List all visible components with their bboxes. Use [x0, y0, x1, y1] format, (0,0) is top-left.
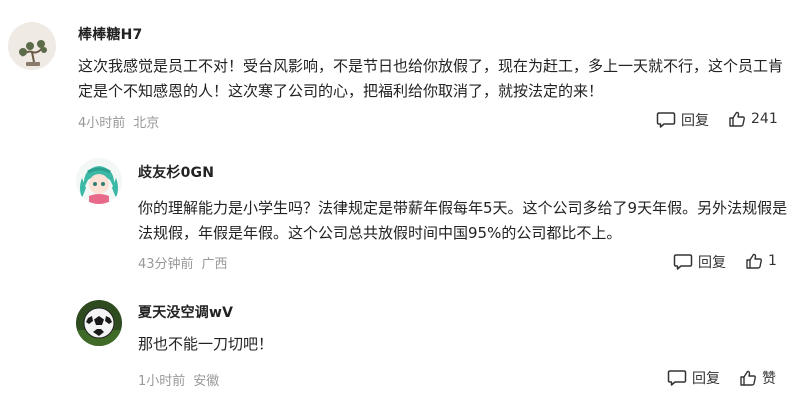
thumbs-up-icon [740, 370, 756, 386]
reply-label: 回复 [692, 371, 720, 387]
comment-time: 43分钟前 [138, 257, 194, 272]
thumbs-up-icon [729, 111, 745, 127]
like-button[interactable]: 1 [745, 252, 777, 270]
comment-location: 北京 [133, 116, 160, 131]
bonsai-avatar-icon [8, 22, 56, 70]
comment-location: 广西 [201, 257, 228, 272]
comment-username[interactable]: 歧友杉0GN [138, 162, 214, 182]
like-count: 241 [751, 111, 778, 127]
comment-text: 那也不能一刀切吧！ [138, 335, 274, 353]
comment-meta: 4小时前 北京 [78, 112, 159, 131]
comment-meta: 43分钟前 广西 [138, 253, 228, 272]
comment-item: 歧友杉0GN 你的理解能力是小学生吗？法律规定是带薪年假每年5天。这个公司多给了… [0, 142, 796, 284]
comment-username[interactable]: 夏天没空调wV [138, 302, 233, 322]
comment-time: 4小时前 [78, 116, 126, 131]
anime-girl-avatar-icon [76, 158, 122, 204]
thumbs-up-icon [746, 253, 762, 269]
reply-label: 回复 [698, 255, 726, 271]
comment-text: 这次我感觉是员工不对！受台风影响，不是节日也给你放假了，现在为赶工，多上一天就不… [78, 57, 784, 100]
comment-bubble-icon [656, 112, 676, 128]
like-button[interactable]: 241 [728, 110, 778, 128]
reply-button[interactable]: 回复 [656, 110, 709, 130]
reply-button[interactable]: 回复 [667, 368, 720, 388]
comment-time: 1小时前 [138, 374, 186, 389]
comment-meta: 1小时前 安徽 [138, 370, 219, 389]
like-count: 1 [768, 253, 777, 269]
avatar[interactable] [76, 300, 122, 346]
comment-item: 夏天没空调wV 那也不能一刀切吧！ 1小时前 安徽 回复 赞 [0, 284, 796, 404]
comment-username[interactable]: 棒棒糖H7 [78, 24, 142, 44]
like-button[interactable]: 赞 [739, 368, 776, 388]
comment-item: 棒棒糖H7 这次我感觉是员工不对！受台风影响，不是节日也给你放假了，现在为赶工，… [0, 0, 796, 142]
like-label: 赞 [762, 371, 776, 387]
reply-label: 回复 [681, 113, 709, 129]
comment-text: 你的理解能力是小学生吗？法律规定是带薪年假每年5天。这个公司多给了9天年假。另外… [138, 199, 788, 242]
comment-bubble-icon [667, 370, 687, 386]
reply-button[interactable]: 回复 [673, 252, 726, 272]
avatar[interactable] [76, 158, 122, 204]
avatar[interactable] [8, 22, 56, 70]
comment-bubble-icon [673, 254, 693, 270]
soccer-ball-avatar-icon [76, 300, 122, 346]
comment-location: 安徽 [193, 374, 220, 389]
